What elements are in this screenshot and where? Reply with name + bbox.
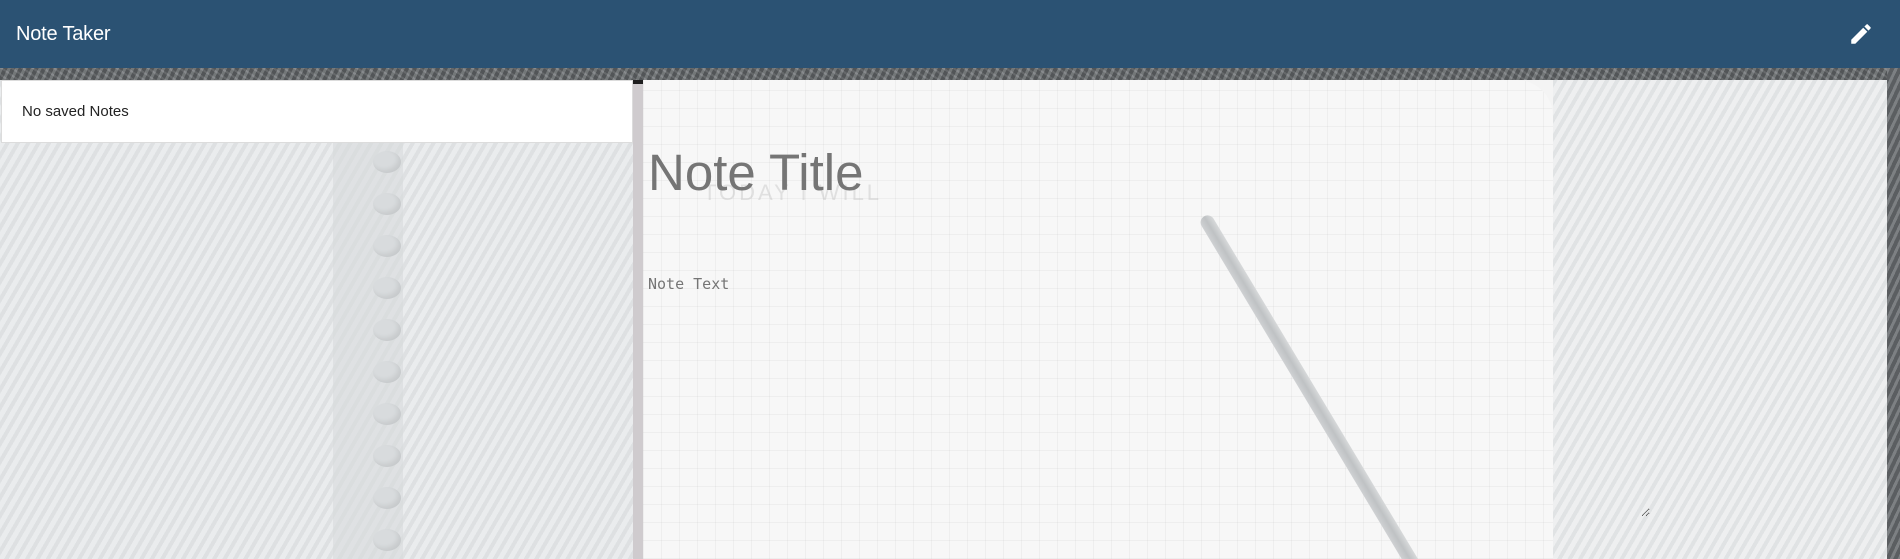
notes-list: No saved Notes [1,80,633,143]
spiral-ring [373,529,401,551]
spiral-ring [373,361,401,383]
spiral-ring [373,487,401,509]
spiral-ring [373,277,401,299]
notebook-spiral [333,143,403,559]
pencil-icon [1851,24,1871,44]
spiral-ring [373,319,401,341]
spiral-ring [373,193,401,215]
note-title-input[interactable] [646,142,1650,203]
spiral-ring [373,403,401,425]
new-note-button[interactable] [1846,19,1876,49]
app-title[interactable]: Note Taker [16,23,111,46]
notes-sidebar: No saved Notes [0,80,633,559]
note-editor: TODAY I WILL [643,80,1887,559]
spiral-ring [373,445,401,467]
navbar: Note Taker [0,0,1900,68]
spiral-ring [373,235,401,257]
divider-cap [633,80,643,84]
panel-divider [633,80,643,559]
background-edge [1887,68,1900,559]
note-text-input[interactable] [646,273,1650,517]
spiral-ring [373,151,401,173]
list-item: No saved Notes [22,103,129,120]
